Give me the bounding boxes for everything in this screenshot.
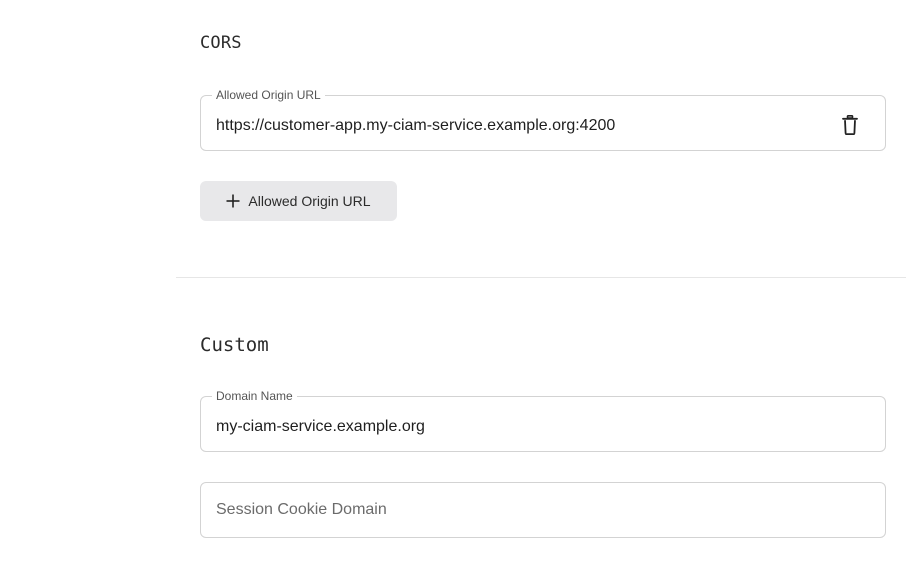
delete-origin-button[interactable] [841, 114, 859, 136]
section-divider [176, 277, 906, 278]
trash-icon [842, 115, 858, 135]
allowed-origin-field[interactable]: Allowed Origin URL https://customer-app.… [200, 88, 886, 151]
domain-name-value[interactable]: my-ciam-service.example.org [216, 418, 425, 436]
session-cookie-domain-placeholder[interactable]: Session Cookie Domain [216, 501, 387, 519]
domain-name-field[interactable]: Domain Name my-ciam-service.example.org [200, 389, 886, 452]
plus-icon [226, 194, 240, 208]
settings-page: CORS Allowed Origin URL https://customer… [0, 0, 906, 578]
session-cookie-domain-field[interactable]: Session Cookie Domain [200, 482, 886, 538]
allowed-origin-value[interactable]: https://customer-app.my-ciam-service.exa… [216, 117, 615, 135]
cors-section-title: CORS [200, 33, 242, 53]
custom-section-title: Custom [200, 334, 269, 356]
domain-name-label: Domain Name [212, 389, 297, 403]
add-allowed-origin-button[interactable]: Allowed Origin URL [200, 181, 397, 221]
allowed-origin-label: Allowed Origin URL [212, 88, 325, 102]
add-allowed-origin-label: Allowed Origin URL [248, 193, 371, 209]
